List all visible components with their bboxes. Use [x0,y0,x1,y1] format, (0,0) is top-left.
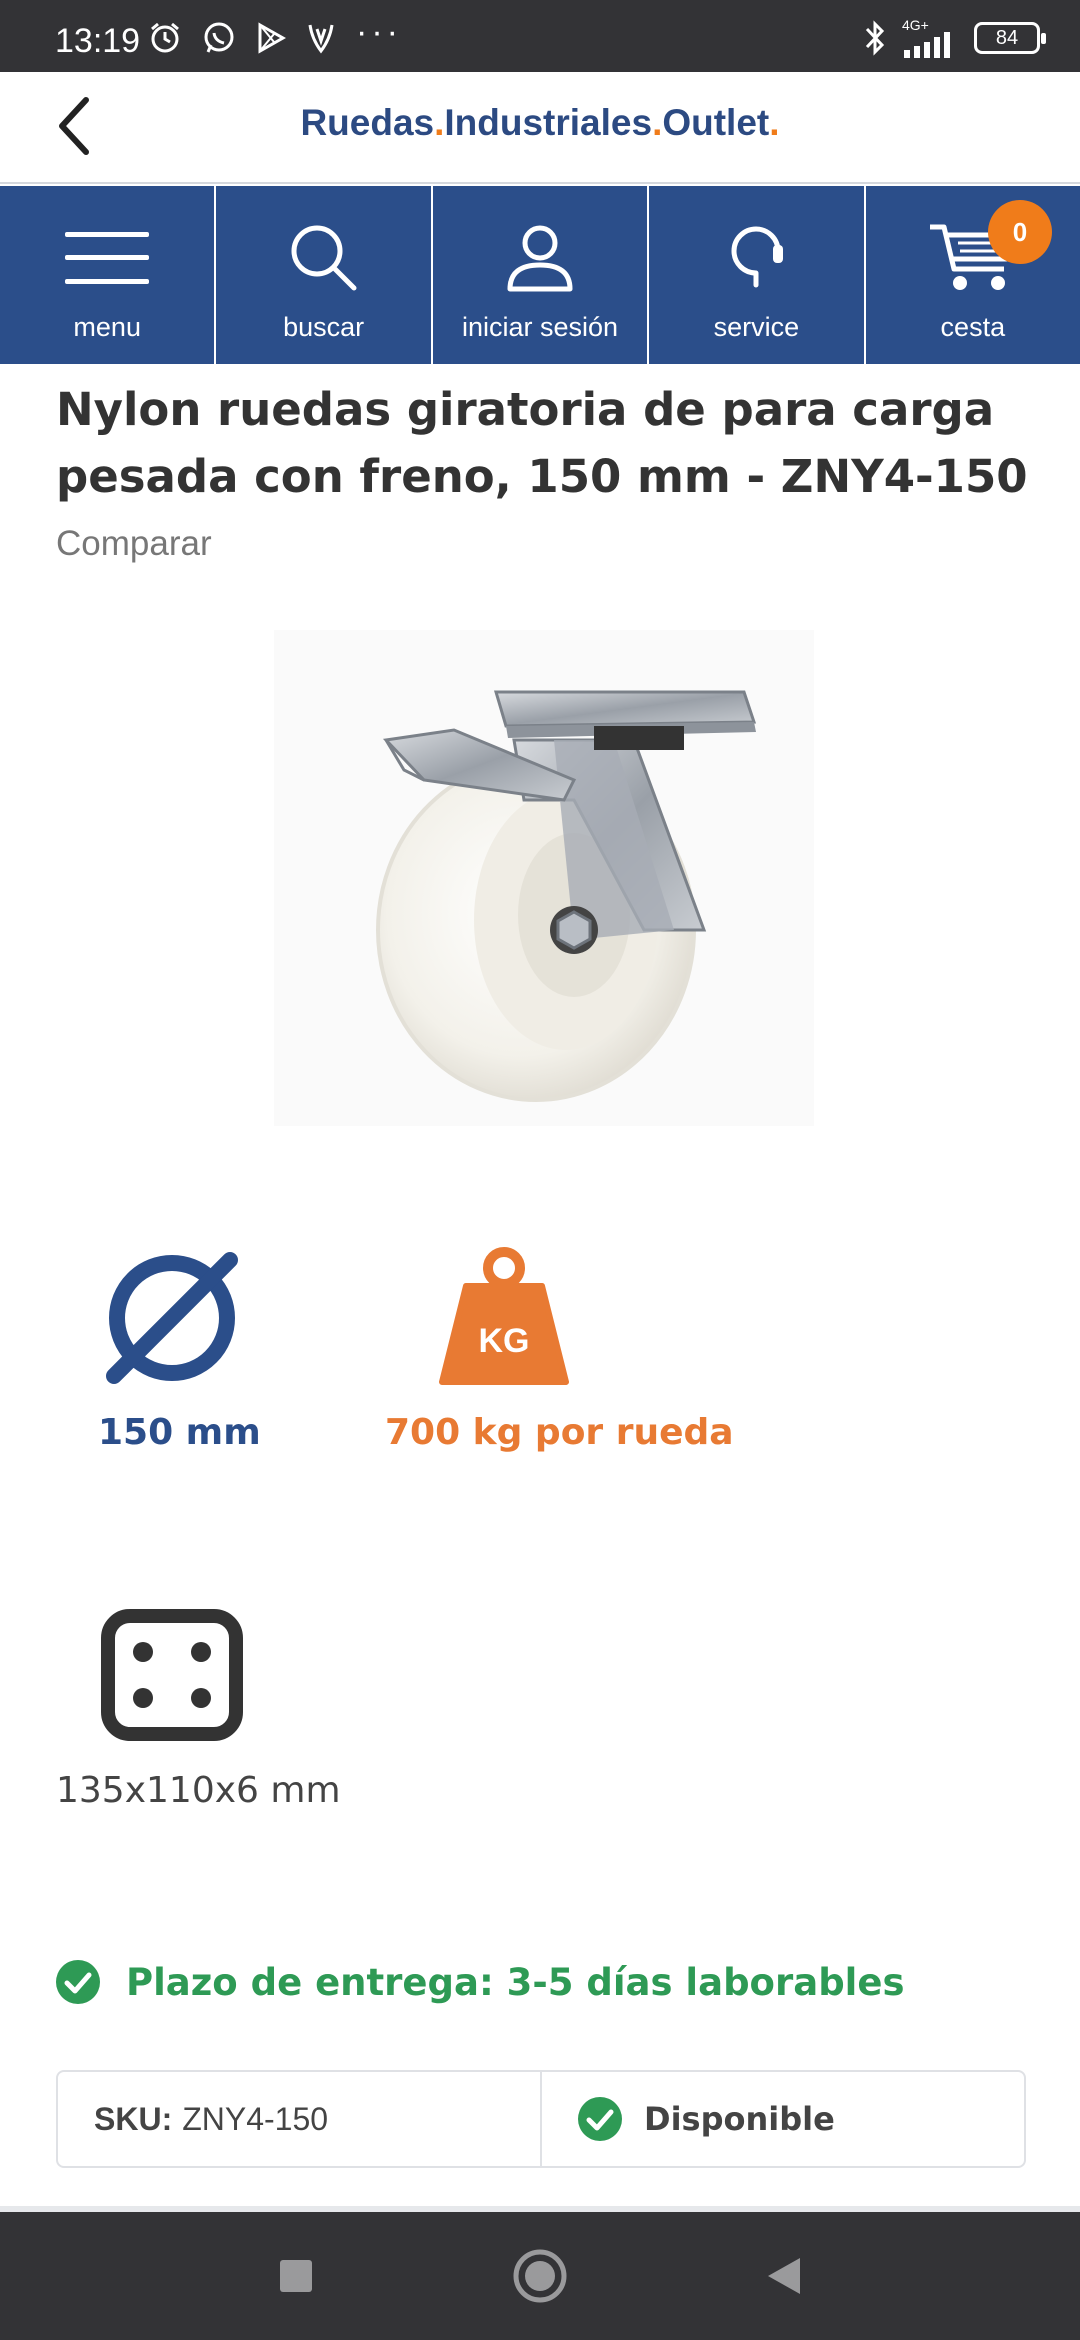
weight-kg-icon: KG [436,1246,572,1390]
sku-key: SKU: [94,2100,173,2137]
delivery-info: Plazo de entrega: 3-5 días laborables [56,1960,904,2004]
caster-wheel-image [376,690,757,1102]
status-bar: 13:19 ··· 4G+ 84 [0,0,1080,72]
nav-service[interactable]: service [649,186,866,364]
app-header: Ruedas.Industriales.Outlet. [0,72,1080,184]
plate-dimensions-value: 135x110x6 mm [56,1770,341,1811]
whatsapp-icon [204,22,234,53]
brand-part-2: Industriales [444,102,653,143]
sku-availability-box: SKU: ZNY4-150 Disponible [56,2070,1026,2168]
cart-count-badge: 0 [988,200,1052,264]
hamburger-icon [65,232,150,284]
brand-part-3: Outlet [662,102,770,143]
brand-part-1: Ruedas [300,102,435,143]
product-image[interactable] [274,630,814,1126]
home-button[interactable] [512,2248,568,2304]
home-circle-icon [513,2249,567,2303]
load-capacity-value: 700 kg por rueda [385,1412,734,1453]
recents-button[interactable] [268,2248,324,2304]
status-time: 13:19 [55,22,141,60]
brand-dot-3: . [769,102,780,143]
brand-logo[interactable]: Ruedas.Industriales.Outlet. [0,102,1080,144]
brand-dot-2: . [652,102,663,143]
delivery-text: Plazo de entrega: 3-5 días laborables [126,1960,905,2004]
alarm-icon [151,22,179,53]
headset-icon [731,226,784,288]
compare-link[interactable]: Comparar [56,524,212,564]
triangle-back-icon [768,2258,800,2294]
app-notification-icon [308,24,334,54]
check-circle-icon [578,2097,622,2141]
status-notification-icons: ··· [148,15,402,56]
nav-login-label: iniciar sesión [461,312,619,342]
svg-text:KG: KG [479,1322,530,1360]
nav-search-label: buscar [283,312,365,342]
signal-icon [904,32,950,58]
bluetooth-icon [865,20,885,56]
availability-status: Disponible [644,2100,835,2138]
nav-cart[interactable]: cesta [866,186,1080,364]
main-nav: menu buscar iniciar sesión service cesta [0,186,1080,364]
more-notifications-icon: ··· [356,13,402,51]
nav-search[interactable]: buscar [216,186,433,364]
nav-service-label: service [713,312,800,342]
square-icon [280,2260,312,2292]
sku-cell: SKU: ZNY4-150 [58,2072,542,2166]
nav-menu[interactable]: menu [0,186,217,364]
product-title: Nylon ruedas giratoria de para carga pes… [56,383,1028,503]
mounting-plate-icon [100,1608,244,1742]
network-type: 4G+ [902,17,929,33]
availability-cell: Disponible [542,2072,1024,2166]
user-icon [507,225,573,292]
diameter-value: 150 mm [98,1412,261,1453]
brand-dot-1: . [434,102,445,143]
status-system-icons: 4G+ 84 [862,17,1046,58]
nav-menu-label: menu [73,312,141,342]
nav-login[interactable]: iniciar sesión [433,186,650,364]
battery-level: 84 [995,27,1019,49]
diameter-icon [100,1246,244,1390]
system-back-button[interactable] [756,2248,812,2304]
battery-icon: 84 [974,22,1046,54]
check-circle-icon [56,1960,100,2004]
play-store-icon [258,22,286,54]
system-nav-bar [0,2212,1080,2340]
sku-value: ZNY4-150 [182,2100,329,2137]
search-icon [291,225,357,291]
nav-cart-label: cesta [940,312,1006,342]
